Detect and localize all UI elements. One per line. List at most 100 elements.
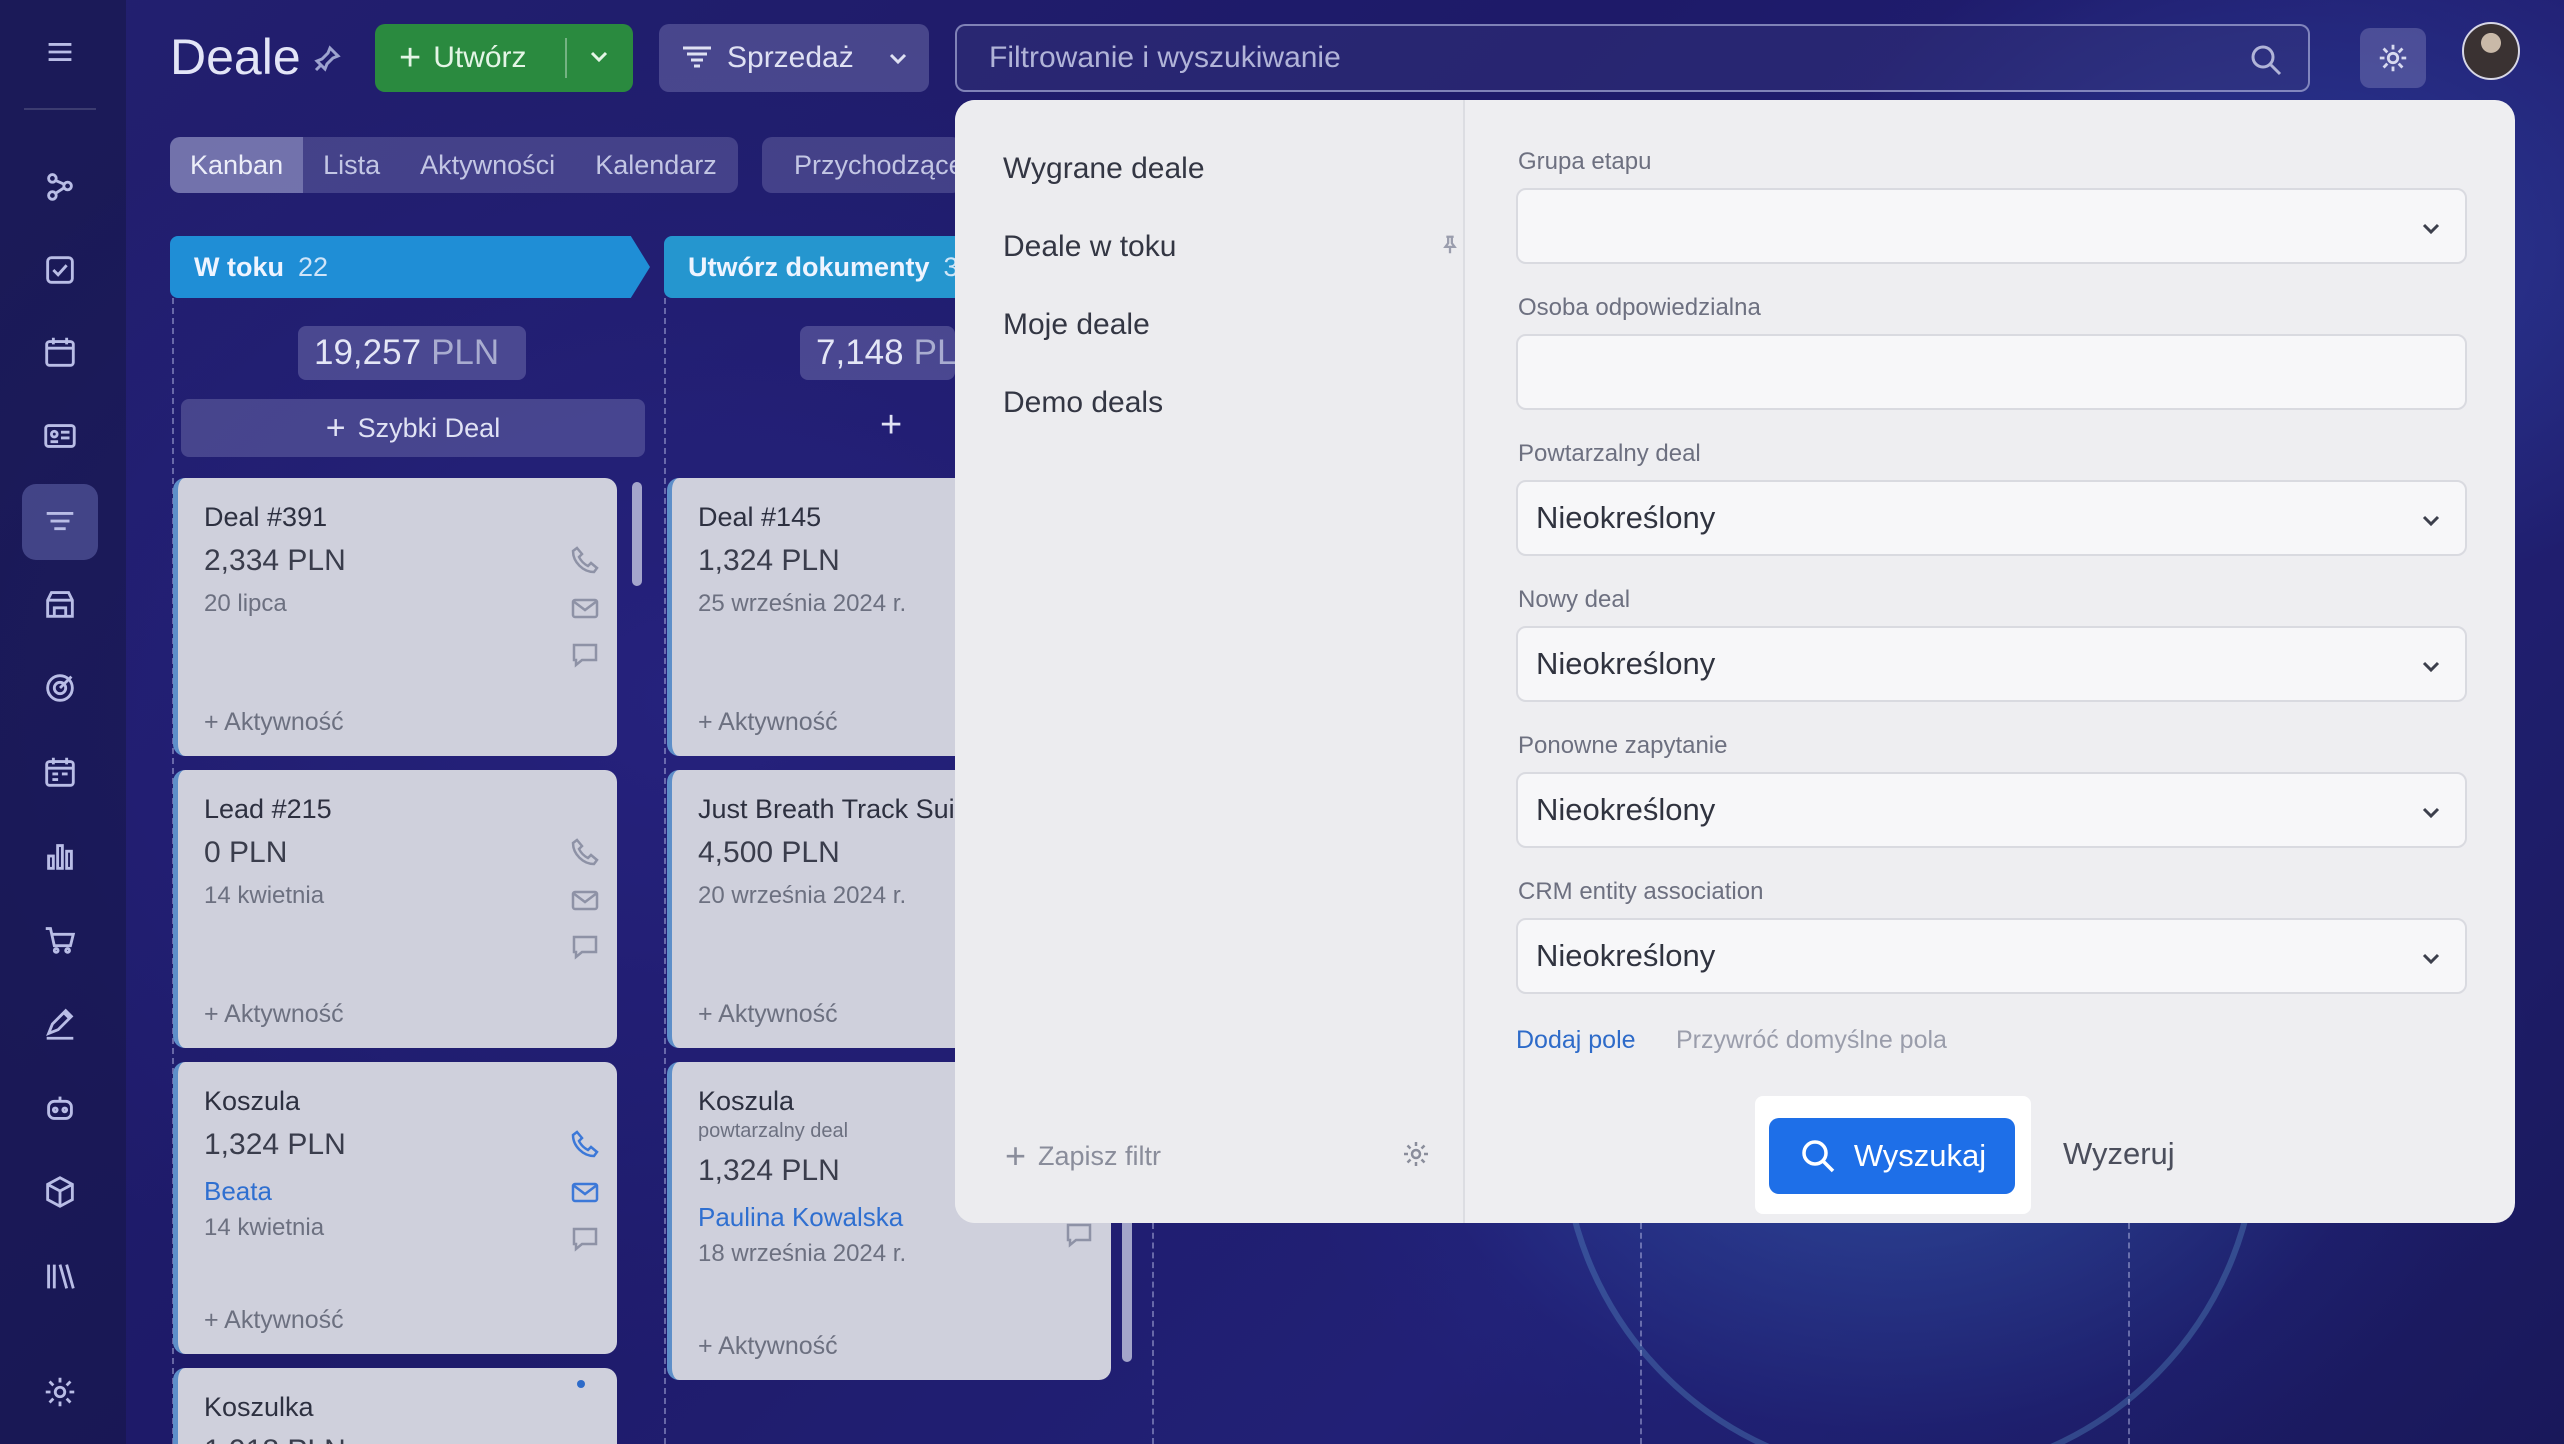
chevron-down-icon[interactable] (585, 42, 613, 78)
card-title: Koszulka (204, 1392, 314, 1422)
column-scrollbar[interactable] (632, 482, 642, 586)
field-label: Nowy deal (1518, 586, 1631, 613)
view-tabs: Kanban Lista Aktywności Kalendarz (170, 137, 738, 193)
add-field-link[interactable]: Dodaj pole (1516, 1026, 1636, 1055)
card-add-activity[interactable]: + Aktywność (204, 708, 344, 737)
mail-icon[interactable] (569, 884, 601, 916)
plus-icon: + (325, 408, 346, 447)
settings-button[interactable] (2360, 28, 2426, 88)
create-button[interactable]: + Utwórz (375, 24, 633, 92)
responsible-person-input[interactable] (1516, 334, 2467, 410)
card-price: 1,324 PLN (698, 544, 840, 577)
card-responsible-user[interactable]: Paulina Kowalska (698, 1202, 903, 1233)
calendar-icon[interactable] (22, 314, 98, 390)
schedule-icon[interactable] (22, 734, 98, 810)
mail-icon[interactable] (569, 592, 601, 624)
package-icon[interactable] (22, 1154, 98, 1230)
restore-default-fields-link[interactable]: Przywróć domyślne pola (1676, 1026, 1947, 1055)
card-add-activity[interactable]: + Aktywność (698, 1000, 838, 1029)
pin-icon[interactable] (1439, 234, 1465, 260)
card-title: Koszula (204, 1086, 301, 1116)
search-button-label: Wyszukaj (1853, 1138, 1987, 1173)
repeat-inquiry-select[interactable]: Nieokreślony (1516, 772, 2467, 848)
stage-header-in-progress[interactable]: W toku 22 (170, 236, 650, 298)
recurring-deal-select[interactable]: Nieokreślony (1516, 480, 2467, 556)
save-filter-button[interactable]: + Zapisz filtr (1005, 1138, 1161, 1174)
deal-card[interactable]: Koszula 1,324 PLN Beata 14 kwietnia + Ak… (173, 1062, 617, 1354)
card-date: 20 lipca (204, 590, 287, 617)
card-add-activity[interactable]: + Aktywność (698, 708, 838, 737)
chevron-down-icon (884, 44, 912, 72)
card-responsible-user[interactable]: Beata (204, 1176, 272, 1207)
library-icon[interactable] (22, 1238, 98, 1314)
chevron-down-icon (2417, 798, 2445, 834)
gear-icon (2376, 41, 2410, 75)
phone-icon[interactable] (569, 836, 601, 868)
contacts-icon[interactable] (22, 398, 98, 474)
target-icon[interactable] (22, 650, 98, 726)
preset-demo-deals[interactable]: Demo deals (1003, 386, 1163, 420)
filter-presets-panel: Wygrane deale Deale w toku Moje deale De… (955, 100, 1465, 1223)
chat-icon[interactable] (569, 930, 601, 962)
deal-card[interactable]: Deal #391 2,334 PLN 20 lipca + Aktywność (173, 478, 617, 756)
unread-dot (577, 1380, 585, 1388)
gear-icon[interactable] (1400, 1138, 1434, 1172)
user-avatar[interactable] (2462, 22, 2520, 80)
field-label: Ponowne zapytanie (1518, 732, 1728, 759)
settings-icon[interactable] (22, 1354, 98, 1430)
crm-entity-association-select[interactable]: Nieokreślony (1516, 918, 2467, 994)
stage-header-create-documents[interactable]: Utwórz dokumenty 3 (664, 236, 964, 298)
tab-list[interactable]: Lista (303, 137, 400, 193)
field-value: Nieokreślony (1536, 792, 1716, 827)
tab-incoming[interactable]: Przychodzące (762, 137, 962, 193)
filter-search-input[interactable]: Filtrowanie i wyszukiwanie (955, 24, 2310, 92)
stage-name: Utwórz dokumenty (688, 251, 930, 282)
reset-button[interactable]: Wyzeruj (2063, 1136, 2175, 1172)
deal-card[interactable]: Lead #215 0 PLN 14 kwietnia + Aktywność (173, 770, 617, 1048)
field-value: Nieokreślony (1536, 646, 1716, 681)
sales-funnel-icon[interactable] (22, 484, 98, 560)
pipeline-selector[interactable]: Sprzedaż (659, 24, 929, 92)
card-date: 14 kwietnia (204, 1214, 325, 1241)
tab-calendar[interactable]: Kalendarz (575, 137, 737, 193)
phone-icon[interactable] (569, 544, 601, 576)
plus-icon: + (1005, 1135, 1027, 1176)
quick-add-plus-icon[interactable]: + (880, 404, 902, 447)
preset-deals-in-progress[interactable]: Deale w toku (1003, 230, 1176, 264)
quick-deal-label: Szybki Deal (357, 412, 501, 443)
pin-icon[interactable] (312, 44, 342, 74)
search-icon[interactable] (2248, 42, 2284, 86)
card-add-activity[interactable]: + Aktywność (204, 1306, 344, 1335)
tasks-icon[interactable] (22, 232, 98, 308)
chat-icon[interactable] (569, 638, 601, 670)
chevron-down-icon (2417, 506, 2445, 542)
preset-my-deals[interactable]: Moje deale (1003, 308, 1150, 342)
column-border (1640, 1223, 1642, 1444)
shopping-cart-icon[interactable] (22, 902, 98, 978)
store-icon[interactable] (22, 566, 98, 642)
plus-icon: + (399, 37, 422, 79)
tab-activities[interactable]: Aktywności (400, 137, 575, 193)
card-add-activity[interactable]: + Aktywność (204, 1000, 344, 1029)
menu-icon[interactable] (22, 14, 98, 90)
stage-sum-currency: PLN (913, 333, 955, 372)
preset-won-deals[interactable]: Wygrane deale (1003, 152, 1205, 186)
chevron-down-icon (2417, 652, 2445, 688)
new-deal-select[interactable]: Nieokreślony (1516, 626, 2467, 702)
analytics-icon[interactable] (22, 818, 98, 894)
robot-icon[interactable] (22, 1070, 98, 1146)
card-add-activity[interactable]: + Aktywność (698, 1332, 838, 1361)
tab-kanban[interactable]: Kanban (170, 137, 304, 193)
card-date: 14 kwietnia (204, 882, 325, 909)
deal-card[interactable]: Koszulka 1,918 PLN (173, 1368, 617, 1444)
card-title: Lead #215 (204, 794, 332, 824)
search-button[interactable]: Wyszukaj (1769, 1118, 2015, 1194)
crm-icon[interactable] (22, 148, 98, 224)
phone-icon[interactable] (569, 1128, 601, 1160)
quick-deal-button[interactable]: + Szybki Deal (181, 399, 645, 457)
mail-icon[interactable] (569, 1176, 601, 1208)
stage-count: 22 (297, 251, 329, 282)
stage-group-select[interactable] (1516, 188, 2467, 264)
chat-icon[interactable] (569, 1222, 601, 1254)
signature-icon[interactable] (22, 986, 98, 1062)
